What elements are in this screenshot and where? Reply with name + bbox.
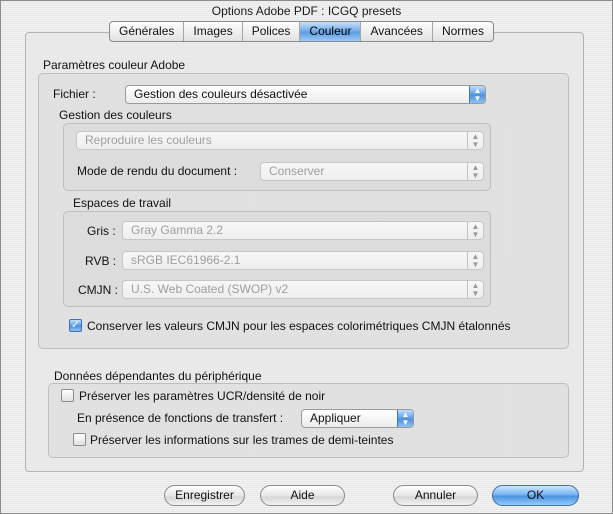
transfer-functions-value: Appliquer [310, 411, 361, 425]
preserve-halftone-label: Préserver les informations sur les trame… [90, 433, 394, 447]
help-button[interactable]: Aide [260, 485, 345, 506]
preserve-cmyk-checkbox[interactable]: ✓ [69, 319, 82, 332]
gray-value: Gray Gamma 2.2 [131, 223, 224, 237]
up-down-arrows-icon: ▲ ▼ [467, 222, 483, 239]
tab-couleur[interactable]: Couleur [300, 22, 362, 41]
color-policy-value: Reproduire les couleurs [85, 133, 212, 147]
cancel-button[interactable]: Annuler [393, 485, 478, 506]
tab-avancees[interactable]: Avancées [361, 22, 433, 41]
rgb-label: RVB : [85, 254, 117, 268]
window-title: Options Adobe PDF : ICGQ presets [211, 4, 402, 18]
rendering-intent-value: Conserver [269, 164, 325, 178]
preserve-ucr-label: Préserver les paramètres UCR/densité de … [79, 389, 326, 403]
gray-label: Gris : [87, 224, 116, 238]
working-spaces-title: Espaces de travail [73, 196, 172, 210]
file-select[interactable]: Gestion des couleurs désactivée ▲ ▼ [125, 85, 486, 104]
up-down-arrows-icon: ▲ ▼ [467, 281, 483, 298]
tab-images[interactable]: Images [184, 22, 243, 41]
tab-generales[interactable]: Générales [110, 22, 185, 41]
rgb-select[interactable]: sRGB IEC61966-2.1 ▲ ▼ [122, 251, 484, 270]
device-data-section-title: Données dépendantes du périphérique [54, 369, 262, 383]
preserve-cmyk-label: Conserver les valeurs CMJN pour les espa… [87, 319, 511, 333]
transfer-functions-label: En présence de fonctions de transfert : [77, 411, 284, 425]
color-policy-select[interactable]: Reproduire les couleurs ▲ ▼ [76, 131, 484, 150]
preserve-halftone-checkbox[interactable] [73, 433, 86, 446]
up-down-arrows-icon: ▲ ▼ [467, 252, 483, 269]
gray-select[interactable]: Gray Gamma 2.2 ▲ ▼ [122, 221, 484, 240]
file-label: Fichier : [53, 87, 96, 101]
up-down-arrows-icon: ▲ ▼ [397, 410, 413, 427]
save-button[interactable]: Enregistrer [164, 485, 245, 506]
cmyk-select[interactable]: U.S. Web Coated (SWOP) v2 ▲ ▼ [122, 280, 484, 299]
tab-normes[interactable]: Normes [433, 22, 493, 41]
color-settings-section-title: Paramètres couleur Adobe [43, 58, 186, 72]
up-down-arrows-icon: ▲ ▼ [467, 163, 483, 180]
pdf-options-dialog: Options Adobe PDF : ICGQ presets Général… [0, 0, 613, 514]
up-down-arrows-icon: ▲ ▼ [467, 132, 483, 149]
cmyk-value: U.S. Web Coated (SWOP) v2 [131, 282, 289, 296]
rendering-intent-label: Mode de rendu du document : [77, 164, 238, 178]
tab-bar: Générales Images Polices Couleur Avancée… [109, 21, 494, 42]
up-down-arrows-icon: ▲ ▼ [469, 86, 485, 103]
tab-polices[interactable]: Polices [243, 22, 301, 41]
color-management-title: Gestion des couleurs [59, 108, 172, 122]
file-select-value: Gestion des couleurs désactivée [134, 87, 308, 101]
transfer-functions-select[interactable]: Appliquer ▲ ▼ [301, 409, 414, 428]
cmyk-label: CMJN : [78, 283, 118, 297]
preserve-ucr-checkbox[interactable] [61, 389, 74, 402]
checkmark-icon: ✓ [70, 319, 81, 331]
rgb-value: sRGB IEC61966-2.1 [131, 253, 241, 267]
rendering-intent-select[interactable]: Conserver ▲ ▼ [260, 162, 484, 181]
ok-button[interactable]: OK [492, 485, 579, 506]
